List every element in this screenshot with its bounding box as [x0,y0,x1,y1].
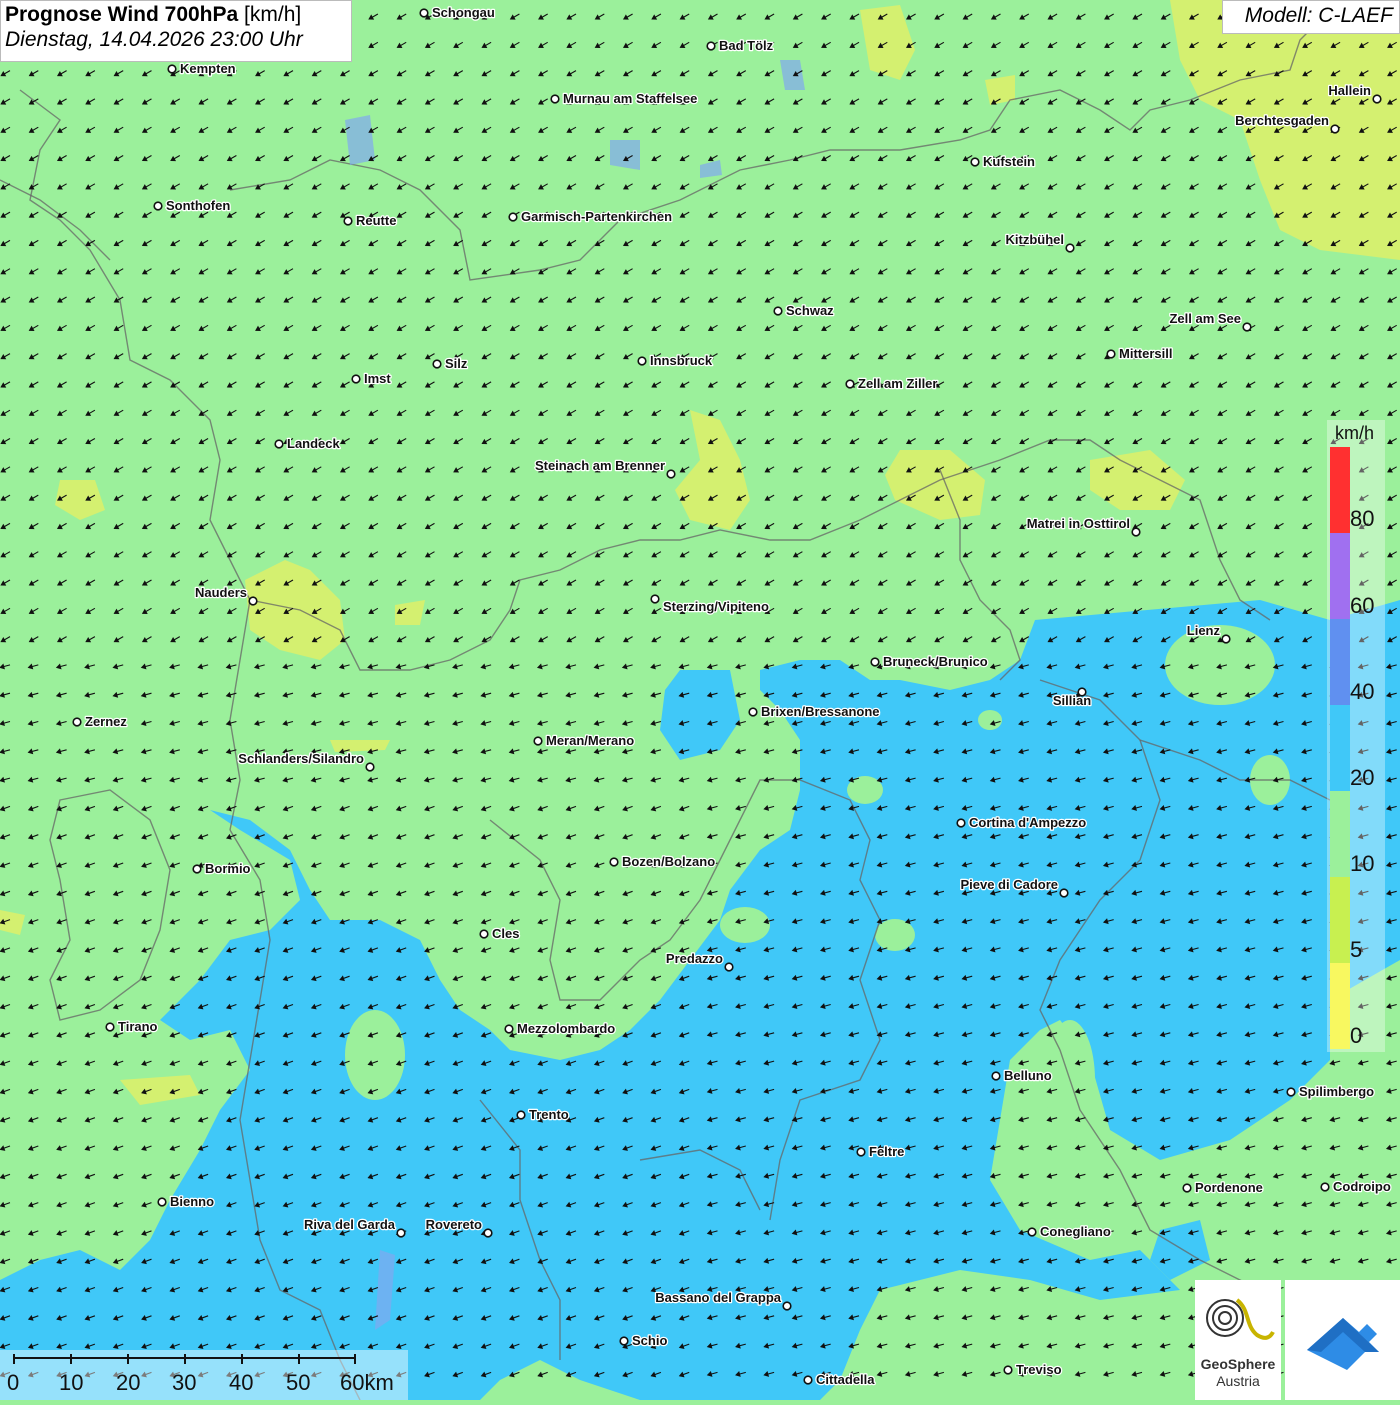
city-label: Nauders [195,585,247,600]
city-label: Kempten [180,61,236,76]
city-bruneck-brunico: Bruneck/Brunico [870,653,989,670]
city-marker [248,596,258,606]
city-label: Imst [364,371,391,386]
city-label: Brixen/Bressanone [761,704,880,719]
city-sterzing-vipiteno: Sterzing/Vipiteno [650,594,770,615]
city-marker [870,657,880,667]
city-marker [1065,243,1075,253]
city-label: Sillian [1053,693,1091,708]
city-label: Mittersill [1119,346,1172,361]
city-label: Lienz [1187,623,1221,638]
city-marker [72,717,82,727]
city-marker [1131,527,1141,537]
city-marker [748,707,758,717]
city-marker [274,439,284,449]
city-label: Hallein [1328,83,1371,98]
city-marker [637,356,647,366]
city-innsbruck: Innsbruck [637,352,714,369]
city-marker [773,306,783,316]
city-label: Meran/Merano [546,733,634,748]
city-cortina-d-ampezzo: Cortina d'Ampezzo [956,814,1088,831]
city-marker [167,64,177,74]
city-marker [1330,124,1340,134]
city-label: Zernez [85,714,127,729]
city-marker [1106,349,1116,359]
city-marker [845,379,855,389]
city-label: Zell am Ziller [858,376,937,391]
city-label: Landeck [287,436,341,451]
city-marker [343,216,353,226]
city-marker [666,469,676,479]
city-label: Steinach am Brenner [535,458,665,473]
city-murnau-am-staffelsee: Murnau am Staffelsee [550,90,699,107]
city-label: Kufstein [983,154,1035,169]
city-marker [650,594,660,604]
city-meran-merano: Meran/Merano [533,732,635,749]
city-label: Sonthofen [166,198,230,213]
city-label: Schwaz [786,303,834,318]
city-label: Garmisch-Partenkirchen [521,209,672,224]
city-marker [970,157,980,167]
city-marker [1372,94,1382,104]
city-label: Bad Tölz [719,38,774,53]
city-label: Schlanders/Silandro [238,751,364,766]
city-label: Schongau [432,5,495,20]
city-sonthofen: Sonthofen [153,197,232,214]
city-label: Reutte [356,213,396,228]
city-label: Silz [445,356,468,371]
city-zell-am-ziller: Zell am Ziller [845,375,939,392]
city-label: Bruneck/Brunico [883,654,988,669]
city-brixen-bressanone: Brixen/Bressanone [748,703,881,720]
city-marker [706,41,716,51]
city-marker [1242,322,1252,332]
city-marker [550,94,560,104]
city-label: Sterzing/Vipiteno [663,599,769,614]
city-label: Zell am See [1169,311,1241,326]
city-marker [153,201,163,211]
city-schongau: Schongau [419,4,496,21]
city-label: Murnau am Staffelsee [563,91,697,106]
city-garmisch-partenkirchen: Garmisch-Partenkirchen [508,208,673,225]
city-label: Matrei in Osttirol [1027,516,1130,531]
city-marker [419,8,429,18]
city-marker [508,212,518,222]
city-label: Kitzbühel [1006,232,1065,247]
city-marker [351,374,361,384]
city-marker [432,359,442,369]
city-marker [533,736,543,746]
wind-map: Schongau Bad Tölz Kempten Murnau am Staffel… [0,0,1400,1400]
city-label: Innsbruck [650,353,713,368]
city-label: Berchtesgaden [1235,113,1329,128]
city-marker [1221,634,1231,644]
city-marker [365,762,375,772]
